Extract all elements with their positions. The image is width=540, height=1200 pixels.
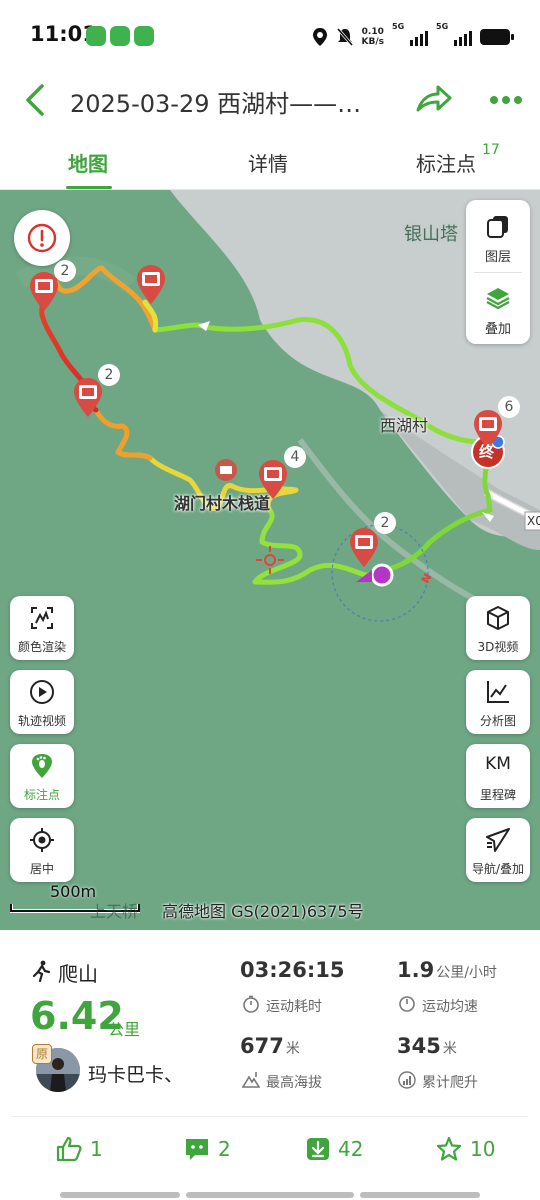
markers-toggle-button[interactable]: 标注点 (10, 744, 74, 808)
play-icon (30, 680, 54, 704)
map-view[interactable]: 2 2 4 2 6 终 N X0 银山塔 西湖村 湖门村木栈道 图层 叠加 颜色… (0, 190, 540, 930)
activity-summary: 爬山 6.42 公里 原 玛卡巴卡、 03:26:15 运动耗时 1.9 公里/小… (0, 930, 540, 1120)
photo-marker[interactable] (72, 376, 104, 418)
climb-label: 累计爬升 (422, 1075, 478, 1091)
download-button[interactable]: 42 (306, 1134, 363, 1164)
gesture-bar (186, 1192, 354, 1198)
signal-icon: 5G (392, 22, 428, 46)
marker-count-badge: 2 (98, 364, 120, 386)
app-notification-icon (110, 26, 130, 46)
marker-count-badge: 6 (498, 396, 520, 418)
status-indicators: 0.10 KB/s 5G 5G (312, 22, 514, 50)
analysis-button[interactable]: 分析图 (466, 670, 530, 734)
layers-icon (487, 216, 508, 238)
tab-markers[interactable]: 标注点 (416, 148, 476, 177)
gesture-bar (60, 1192, 180, 1198)
locate-icon (30, 828, 54, 852)
star-icon (436, 1136, 462, 1161)
photo-marker[interactable] (135, 263, 167, 305)
max-altitude-value: 677 米 (240, 1034, 300, 1058)
milestone-button[interactable]: KM 里程碑 (466, 744, 530, 808)
favorite-button[interactable]: 10 (436, 1134, 495, 1164)
active-tab-indicator (66, 186, 112, 189)
navigate-overlay-button[interactable]: 导航/叠加 (466, 818, 530, 882)
divider (12, 1116, 528, 1117)
share-button[interactable] (414, 80, 454, 120)
overlay-button[interactable]: 叠加 (466, 272, 530, 340)
place-label-yinshanta: 银山塔 (404, 224, 458, 245)
like-button[interactable]: 1 (56, 1134, 103, 1164)
app-notification-icon (86, 26, 106, 46)
layer-panel: 图层 叠加 (466, 200, 530, 344)
duration-value: 03:26:15 (240, 958, 345, 982)
km-icon: KM (485, 754, 511, 774)
thumbs-up-icon (56, 1136, 82, 1162)
3d-video-button[interactable]: 3D视频 (466, 596, 530, 660)
comment-button[interactable]: 2 (184, 1134, 231, 1164)
color-render-button[interactable]: 颜色渲染 (10, 596, 74, 660)
footprint-pin-icon (32, 754, 52, 778)
battery-icon (480, 29, 514, 45)
location-icon (312, 28, 327, 46)
marker-count-badge: 4 (284, 446, 306, 468)
action-bar: 1 2 42 10 (0, 1124, 540, 1174)
navigate-icon (486, 828, 510, 852)
warning-button[interactable] (14, 210, 70, 266)
more-button[interactable] (486, 80, 526, 120)
map-canvas (0, 190, 540, 930)
speed-icon (399, 996, 415, 1012)
speed-label: 运动均速 (422, 999, 478, 1015)
climb-value: 345 米 (397, 1034, 457, 1058)
photo-marker[interactable] (348, 526, 380, 568)
tab-bar: 地图 详情 标注点 (0, 136, 540, 190)
end-marker-label: 终 (479, 443, 495, 461)
mute-bell-icon (336, 28, 353, 46)
title-bar: 2025-03-29 西湖村——… (0, 72, 540, 128)
max-altitude-label: 最高海拔 (266, 1075, 322, 1091)
duration-label: 运动耗时 (266, 999, 322, 1015)
marker-count-badge: 2 (374, 512, 396, 534)
gesture-bar (360, 1192, 480, 1198)
climb-icon (398, 1071, 416, 1089)
signal-icon: 5G (436, 22, 472, 46)
overlay-stack-icon (486, 288, 510, 310)
status-bar: 11:01 0.10 KB/s 5G 5G (0, 0, 540, 72)
color-render-icon (31, 607, 53, 629)
place-label-boardwalk: 湖门村木栈道 (174, 494, 271, 513)
altitude-icon (242, 1072, 260, 1088)
hiker-icon (32, 960, 51, 982)
timer-icon (243, 995, 259, 1013)
username[interactable]: 玛卡巴卡、 (88, 1060, 183, 1087)
original-badge: 原 (32, 1044, 52, 1064)
map-ghost-label: 上天桥 (90, 902, 139, 921)
tab-map[interactable]: 地图 (68, 148, 108, 177)
net-speed: 0.10 KB/s (361, 27, 384, 47)
marker-count-badge: 2 (54, 260, 76, 282)
center-button[interactable]: 居中 (10, 818, 74, 882)
distance-unit: 公里 (108, 1020, 141, 1039)
chart-icon (487, 681, 509, 703)
track-video-button[interactable]: 轨迹视频 (10, 670, 74, 734)
download-icon (307, 1138, 329, 1160)
map-copyright: 高德地图 GS(2021)6375号 (162, 902, 364, 921)
warning-icon (27, 223, 57, 253)
place-label-xihucun: 西湖村 (380, 416, 429, 435)
back-button[interactable] (20, 80, 52, 120)
cube-icon (487, 606, 509, 630)
markers-count-badge: 17 (482, 142, 500, 158)
layers-button[interactable]: 图层 (466, 200, 530, 268)
speed-value: 1.9 公里/小时 (397, 958, 497, 982)
comment-icon (186, 1139, 208, 1160)
page-title: 2025-03-29 西湖村——… (70, 90, 362, 118)
wechat-icon (134, 26, 154, 46)
tab-details[interactable]: 详情 (248, 148, 288, 177)
road-tag: X0 (527, 514, 540, 528)
